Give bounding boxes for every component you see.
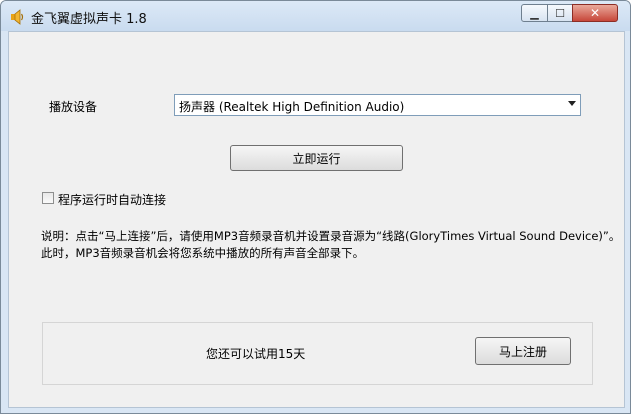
description-line-1: 说明：点击“马上连接”后，请使用MP3音频录音机并设置录音源为“线路(Glory…	[41, 229, 621, 243]
minimize-button[interactable]: ▁	[521, 4, 548, 22]
trial-text: 您还可以试用15天	[206, 347, 306, 361]
device-select[interactable]: 扬声器 (Realtek High Definition Audio)	[174, 94, 581, 116]
description-line-2: 此时，MP3音频录音机会将您系统中播放的所有声音全部录下。	[41, 246, 365, 260]
app-window: 金飞翼虚拟声卡 1.8 ▁ ☐ ✕ 播放设备 扬声器 (Realtek High…	[0, 0, 631, 414]
device-label: 播放设备	[49, 100, 98, 114]
speaker-icon	[11, 9, 24, 25]
title-bar[interactable]: 金飞翼虚拟声卡 1.8 ▁ ☐ ✕	[1, 1, 630, 31]
maximize-button[interactable]: ☐	[547, 4, 573, 22]
client-area: 播放设备 扬声器 (Realtek High Definition Audio)…	[8, 31, 625, 408]
close-button[interactable]: ✕	[572, 4, 618, 22]
register-button[interactable]: 马上注册	[475, 337, 571, 365]
autoconnect-checkbox[interactable]	[42, 192, 54, 204]
window-title: 金飞翼虚拟声卡 1.8	[31, 12, 147, 27]
close-icon: ✕	[589, 6, 601, 20]
run-button[interactable]: 立即运行	[230, 145, 403, 171]
description-text: 说明：点击“马上连接”后，请使用MP3音频录音机并设置录音源为“线路(Glory…	[41, 228, 620, 262]
minimize-icon: ▁	[530, 6, 539, 20]
maximize-icon: ☐	[555, 6, 565, 20]
chevron-down-icon	[568, 101, 576, 106]
autoconnect-label: 程序运行时自动连接	[58, 193, 167, 207]
device-select-value: 扬声器 (Realtek High Definition Audio)	[179, 100, 405, 114]
trial-panel: 您还可以试用15天 马上注册	[42, 322, 593, 385]
